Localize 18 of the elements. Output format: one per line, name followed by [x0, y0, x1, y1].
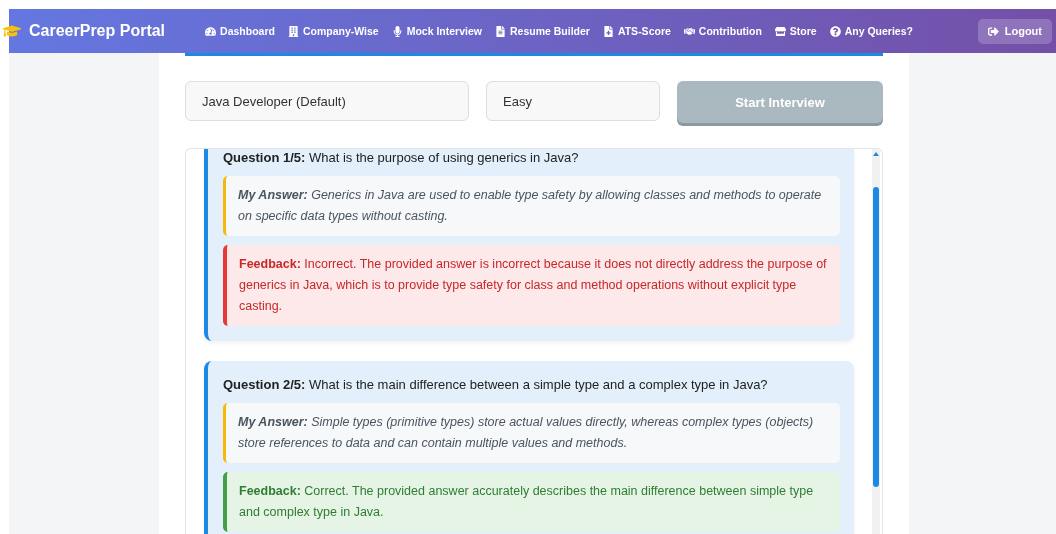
answer-text: My Answer: Simple types (primitive types) store actual values directly, whereas complex types (objects) store references to data and can contain multiple values and methods.: [223, 403, 840, 463]
feedback-text: Feedback: Incorrect. The provided answer is incorrect because it does not directly address the purpose of generics in Java, which is to provide type safety for class and method operations without explicit type casting.: [223, 245, 840, 326]
role-select[interactable]: Java Developer (Default): [185, 81, 469, 121]
nav-link[interactable]: Dashboard: [205, 22, 275, 40]
feedback-text: Feedback: Correct. The provided answer accurately describes the main difference between simple type and complex type in Java.: [223, 472, 840, 532]
nav-link[interactable]: Store: [774, 22, 817, 40]
difficulty-select[interactable]: Easy: [486, 81, 660, 121]
brand-title: CareerPrep Portal: [29, 22, 166, 40]
nav-link[interactable]: ATS-Score: [602, 22, 671, 40]
question-text: Question 2/5: What is the main difference between a simple type and a complex type in Java?: [223, 377, 768, 392]
logout-button[interactable]: Logout: [977, 18, 1052, 44]
nav-link[interactable]: Contribution: [683, 22, 762, 40]
answer-text: My Answer: Generics in Java are used to enable type safety by allowing classes and methods to operate on specific data types without casting.: [223, 176, 840, 236]
nav-link[interactable]: Mock Interview: [391, 22, 482, 40]
nav-link[interactable]: Company-Wise: [287, 22, 379, 40]
nav-link[interactable]: Any Queries?: [829, 22, 913, 40]
nav-link[interactable]: Resume Builder: [494, 22, 590, 40]
question-text: Question 1/5: What is the purpose of using generics in Java?: [223, 150, 579, 165]
